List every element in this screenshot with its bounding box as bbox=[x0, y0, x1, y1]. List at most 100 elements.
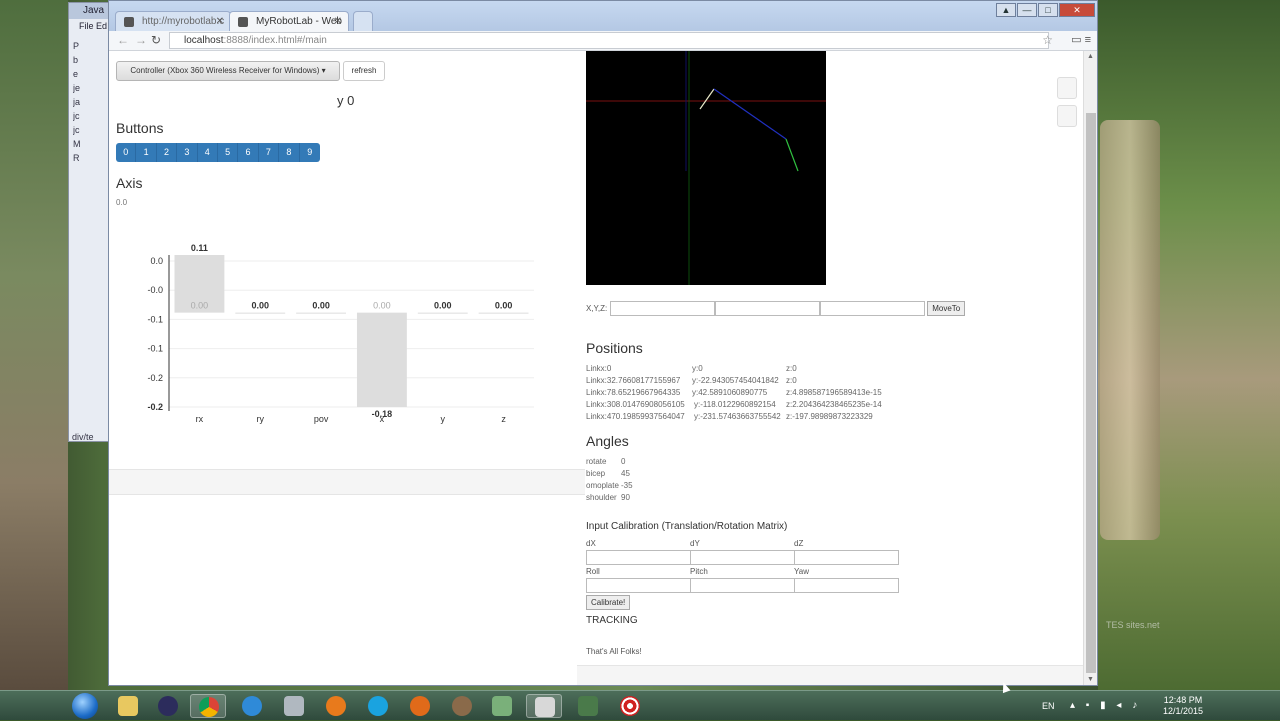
page-footer-text: That's All Folks! bbox=[586, 647, 642, 656]
side-button[interactable] bbox=[1057, 105, 1077, 127]
controller-button-5[interactable]: 5 bbox=[217, 143, 239, 162]
x-input[interactable] bbox=[610, 301, 716, 316]
yaw-input[interactable] bbox=[794, 578, 899, 593]
clock[interactable]: 12:48 PM 12/1/2015 bbox=[1158, 695, 1208, 717]
scrollbar-thumb[interactable] bbox=[1086, 113, 1096, 673]
position-z: z:2.204364238465235e-14 bbox=[786, 400, 882, 409]
arm-link-3 bbox=[785, 138, 799, 172]
web-page: Controller (Xbox 360 Wireless Receiver f… bbox=[109, 51, 1083, 685]
new-tab-button[interactable] bbox=[353, 11, 373, 31]
bar-x bbox=[356, 312, 407, 407]
y-tick-label: -0.1 bbox=[147, 344, 163, 354]
kinematics-3d-view[interactable] bbox=[586, 51, 826, 285]
dy-input[interactable] bbox=[690, 550, 795, 565]
clock-date: 12/1/2015 bbox=[1162, 706, 1204, 716]
address-bar[interactable]: localhost:8888/index.html#/main bbox=[169, 32, 1049, 49]
page-icon bbox=[238, 17, 248, 27]
taskbar-explorer[interactable] bbox=[110, 694, 146, 718]
angle-name: shoulder bbox=[586, 493, 617, 502]
x-tick-label: z bbox=[501, 414, 506, 424]
maximize-button[interactable]: □ bbox=[1038, 3, 1058, 17]
bar-data-label: 0.00 bbox=[434, 301, 452, 311]
eclipse-menu-file[interactable]: File bbox=[79, 21, 94, 31]
taskbar-firefox[interactable] bbox=[402, 694, 438, 718]
close-window-button[interactable]: ✕ bbox=[1059, 3, 1095, 17]
eclipse-status: div/te bbox=[72, 432, 94, 442]
controller-button-0[interactable]: 0 bbox=[116, 143, 137, 162]
taskbar-ie[interactable] bbox=[234, 694, 270, 718]
minimize-button[interactable]: — bbox=[1017, 3, 1037, 17]
taskbar-paint[interactable] bbox=[276, 694, 312, 718]
tab-label: http://myrobotlab.c bbox=[142, 16, 225, 27]
controller-button-9[interactable]: 9 bbox=[299, 143, 320, 162]
controller-button-6[interactable]: 6 bbox=[238, 143, 259, 162]
controller-button-8[interactable]: 8 bbox=[279, 143, 300, 162]
refresh-button[interactable]: refresh bbox=[343, 61, 385, 81]
taskbar-target[interactable] bbox=[612, 694, 648, 718]
controller-button-4[interactable]: 4 bbox=[197, 143, 218, 162]
calibrate-button[interactable]: Calibrate! bbox=[586, 595, 631, 610]
browser-toolbar: ← → ↻ localhost:8888/index.html#/main ☆ … bbox=[109, 31, 1097, 51]
paint-icon bbox=[284, 696, 304, 716]
buttons-heading: Buttons bbox=[116, 120, 164, 136]
eclipse-icon bbox=[158, 696, 178, 716]
position-y: y:0 bbox=[692, 364, 703, 373]
scroll-down-icon[interactable]: ▼ bbox=[1087, 676, 1094, 683]
taskbar-app[interactable] bbox=[318, 694, 354, 718]
controller-button-7[interactable]: 7 bbox=[258, 143, 280, 162]
controller-button-2[interactable]: 2 bbox=[156, 143, 178, 162]
globe-icon bbox=[124, 17, 134, 27]
dx-input[interactable] bbox=[586, 550, 691, 565]
dz-label: dZ bbox=[794, 539, 804, 548]
xyz-label: X,Y,Z: bbox=[586, 304, 608, 313]
z-input[interactable] bbox=[820, 301, 926, 316]
tab-myrobotlab-web[interactable]: MyRobotLab - Web ✕ bbox=[229, 11, 349, 31]
tab-close-icon[interactable]: ✕ bbox=[216, 12, 224, 31]
chrome-menu-icon[interactable]: ▭ ≡ bbox=[1071, 33, 1091, 46]
reload-icon[interactable]: ↻ bbox=[151, 33, 161, 47]
y-tick-label: -0.2 bbox=[147, 402, 163, 412]
taskbar-skype[interactable] bbox=[360, 694, 396, 718]
move-to-button[interactable]: MoveTo bbox=[927, 301, 966, 316]
taskbar-remote[interactable] bbox=[570, 694, 606, 718]
dz-input[interactable] bbox=[794, 550, 899, 565]
pitch-label: Pitch bbox=[690, 567, 708, 576]
bar-pov bbox=[296, 312, 347, 314]
eclipse-menu-edit[interactable]: Ed bbox=[96, 21, 107, 31]
taskbar-eclipse[interactable] bbox=[150, 694, 186, 718]
page-scrollbar[interactable]: ▲ ▼ bbox=[1083, 51, 1097, 685]
taskbar: EN ▴ ▪ ▮ ◂ ♪ 12:48 PM 12/1/2015 bbox=[0, 690, 1280, 720]
language-indicator[interactable]: EN bbox=[1042, 701, 1055, 711]
forward-icon[interactable]: → bbox=[135, 33, 147, 47]
controller-select-button[interactable]: Controller (Xbox 360 Wireless Receiver f… bbox=[116, 61, 340, 81]
pitch-input[interactable] bbox=[690, 578, 795, 593]
pin-button[interactable]: ▲ bbox=[996, 3, 1016, 17]
y-tick-label: 0.0 bbox=[150, 256, 163, 266]
back-icon[interactable]: ← bbox=[117, 33, 129, 47]
tab-strip: http://myrobotlab.c ✕ MyRobotLab - Web ✕… bbox=[109, 1, 1097, 31]
taskbar-app2[interactable] bbox=[484, 694, 520, 718]
tab-myrobotlab-home[interactable]: http://myrobotlab.c ✕ bbox=[115, 11, 231, 31]
taskbar-chrome[interactable] bbox=[190, 694, 226, 718]
position-row: Linkx:78.65219667964335 y:42.58910608907… bbox=[586, 388, 986, 400]
taskbar-settings[interactable] bbox=[444, 694, 480, 718]
controller-button-3[interactable]: 3 bbox=[177, 143, 198, 162]
yaw-label: Yaw bbox=[794, 567, 809, 576]
y-input[interactable] bbox=[715, 301, 821, 316]
bookmark-star-icon[interactable]: ☆ bbox=[1042, 33, 1053, 47]
start-button[interactable] bbox=[72, 693, 98, 719]
roll-input[interactable] bbox=[586, 578, 691, 593]
position-z: z:0 bbox=[786, 376, 797, 385]
tab-close-icon[interactable]: ✕ bbox=[334, 12, 342, 31]
controller-button-1[interactable]: 1 bbox=[136, 143, 157, 162]
taskbar-xming[interactable] bbox=[526, 694, 562, 718]
controller-button-group: 0 1 2 3 4 5 6 7 8 9 bbox=[116, 143, 320, 162]
position-x: Linkx:308.01476908056105 bbox=[586, 400, 685, 409]
tray-icons[interactable]: ▴ ▪ ▮ ◂ ♪ bbox=[1070, 700, 1141, 711]
side-button[interactable] bbox=[1057, 77, 1077, 99]
position-row: Linkx:32.76608177155967 y:-22.9430574540… bbox=[586, 376, 986, 388]
scroll-up-icon[interactable]: ▲ bbox=[1087, 53, 1094, 60]
target-icon bbox=[620, 696, 640, 716]
position-z: z:-197.98989873223329 bbox=[786, 412, 873, 421]
bar-z bbox=[478, 312, 529, 314]
